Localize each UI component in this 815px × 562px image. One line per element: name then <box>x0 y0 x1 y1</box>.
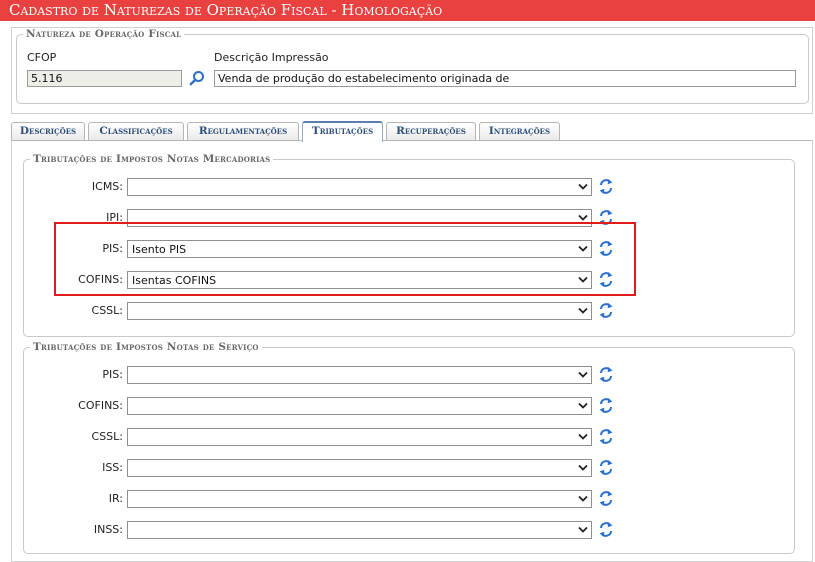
merc-cssl-select[interactable] <box>127 302 592 320</box>
serv-cssl-select[interactable] <box>127 428 592 446</box>
cfop-input[interactable] <box>27 70 182 87</box>
tab-descricoes[interactable]: Descrições <box>11 122 85 140</box>
refresh-icon[interactable] <box>599 240 613 257</box>
tab-classificacoes[interactable]: Classificações <box>88 122 184 140</box>
serv-cssl-label: CSSL: <box>91 430 123 443</box>
window-title: Cadastro de Naturezas de Operação Fiscal… <box>0 0 815 21</box>
mercadorias-legend: Tributações de Impostos Notas Mercadoria… <box>33 153 271 165</box>
serv-iss-label: ISS: <box>102 461 123 474</box>
select-value: Isento PIS <box>132 243 187 256</box>
merc-cofins-select[interactable]: Isentas COFINS <box>127 271 592 289</box>
natureza-panel: Natureza de Operação Fiscal CFOP Descriç… <box>11 27 813 114</box>
chevron-down-icon <box>578 526 588 533</box>
refresh-icon[interactable] <box>599 302 613 319</box>
tab-recuperacoes[interactable]: Recuperações <box>386 122 476 140</box>
chevron-down-icon <box>578 495 588 502</box>
chevron-down-icon <box>578 433 588 440</box>
merc-ipi-select[interactable] <box>127 209 592 227</box>
natureza-legend: Natureza de Operação Fiscal <box>26 28 182 40</box>
refresh-icon[interactable] <box>599 397 613 414</box>
refresh-icon[interactable] <box>599 366 613 383</box>
serv-ir-label: IR: <box>108 492 123 505</box>
merc-cofins-label: COFINS: <box>78 273 123 286</box>
tab-bar: Descrições Classificações Regulamentaçõe… <box>11 121 813 142</box>
chevron-down-icon <box>578 371 588 378</box>
serv-iss-select[interactable] <box>127 459 592 477</box>
chevron-down-icon <box>578 307 588 314</box>
search-icon[interactable] <box>189 70 205 89</box>
serv-ir-select[interactable] <box>127 490 592 508</box>
chevron-down-icon <box>578 245 588 252</box>
refresh-icon[interactable] <box>599 428 613 445</box>
serv-cofins-label: COFINS: <box>78 399 123 412</box>
chevron-down-icon <box>578 183 588 190</box>
refresh-icon[interactable] <box>599 521 613 538</box>
descricao-label: Descrição Impressão <box>214 51 329 64</box>
merc-icms-label: ICMS: <box>91 180 123 193</box>
tab-regulamentacoes[interactable]: Regulamentações <box>187 122 299 140</box>
serv-pis-label: PIS: <box>102 368 123 381</box>
cfop-label: CFOP <box>27 51 57 64</box>
refresh-icon[interactable] <box>599 271 613 288</box>
merc-pis-select[interactable]: Isento PIS <box>127 240 592 258</box>
chevron-down-icon <box>578 464 588 471</box>
tab-tributacoes[interactable]: Tributações <box>302 121 383 142</box>
descricao-input[interactable] <box>214 70 796 87</box>
tab-integracoes[interactable]: Integrações <box>479 122 560 140</box>
refresh-icon[interactable] <box>599 490 613 507</box>
merc-pis-label: PIS: <box>102 242 123 255</box>
refresh-icon[interactable] <box>599 209 613 226</box>
refresh-icon[interactable] <box>599 178 613 195</box>
serv-cofins-select[interactable] <box>127 397 592 415</box>
merc-ipi-label: IPI: <box>106 211 123 224</box>
chevron-down-icon <box>578 276 588 283</box>
select-value: Isentas COFINS <box>132 274 217 287</box>
servico-legend: Tributações de Impostos Notas de Serviço <box>33 341 259 353</box>
merc-icms-select[interactable] <box>127 178 592 196</box>
serv-inss-select[interactable] <box>127 521 592 539</box>
serv-pis-select[interactable] <box>127 366 592 384</box>
merc-cssl-label: CSSL: <box>91 304 123 317</box>
natureza-fieldset: Natureza de Operação Fiscal <box>16 28 809 104</box>
serv-inss-label: INSS: <box>93 523 123 536</box>
chevron-down-icon <box>578 214 588 221</box>
chevron-down-icon <box>578 402 588 409</box>
refresh-icon[interactable] <box>599 459 613 476</box>
